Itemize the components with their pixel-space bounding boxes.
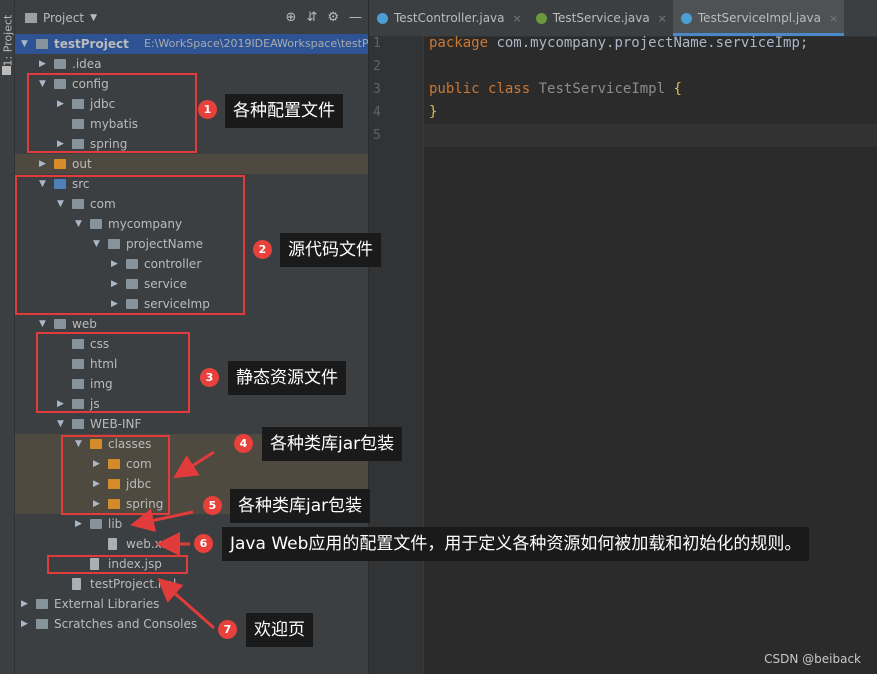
close-icon[interactable]: × [513, 12, 522, 25]
tree-item[interactable]: ▶ Scratches and Consoles [15, 614, 368, 634]
brace: } [429, 104, 438, 120]
java-class-icon [377, 12, 388, 24]
keyword: package [429, 35, 489, 51]
editor-tabs: TestController.java × TestService.java × Tes… [369, 0, 877, 37]
annotation-4: 各种类库jar包装 [262, 427, 403, 461]
tool-window-strip: 1: Project [0, 0, 15, 674]
tree-item-label: testProject [54, 37, 129, 51]
editor-area: TestController.java × TestService.java × Tes… [369, 0, 877, 674]
chevron-down-icon[interactable]: ▼ [21, 34, 28, 54]
tree-item[interactable]: ▶ External Libraries [15, 594, 368, 614]
project-panel-title[interactable]: Project [43, 11, 84, 25]
tree-item-label: Scratches and Consoles [54, 617, 198, 631]
code-line-1[interactable]: package com.mycompany.projectName.servic… [429, 35, 808, 51]
editor-tab-label: TestServiceImpl.java [697, 11, 822, 25]
src-highlight-box [15, 175, 245, 315]
chevron-right-icon[interactable]: ▶ [21, 594, 28, 614]
tree-item[interactable]: testProject.iml [15, 574, 368, 594]
badge-7: 7 [218, 620, 237, 639]
chevron-right-icon[interactable]: ▶ [75, 514, 82, 534]
tree-item-label: External Libraries [54, 597, 160, 611]
tree-item[interactable]: ▶ out [15, 154, 368, 174]
minimize-icon[interactable]: — [349, 10, 362, 25]
badge-1: 1 [198, 100, 217, 119]
chevron-right-icon[interactable]: ▶ [21, 614, 28, 634]
annotation-2: 源代码文件 [280, 233, 381, 267]
gear-icon[interactable]: ⚙ [327, 10, 339, 25]
project-tool-icon [2, 66, 11, 75]
annotation-7: 欢迎页 [246, 613, 313, 647]
index-highlight-box [47, 555, 188, 574]
annotation-5: 各种类库jar包装 [230, 489, 371, 523]
badge-5: 5 [203, 496, 222, 515]
annotation-3: 静态资源文件 [228, 361, 346, 395]
editor-tab-label: TestController.java [394, 11, 505, 25]
badge-6: 6 [194, 534, 213, 553]
keyword: class [488, 81, 531, 97]
line-number: 2 [373, 59, 381, 74]
caret-line-highlight [424, 124, 877, 147]
config-highlight-box [27, 73, 197, 153]
tree-item-label: WEB-INF [90, 417, 142, 431]
editor-tab[interactable]: TestServiceImpl.java × [672, 0, 845, 36]
project-panel-header: Project ▼ ⊕ ⇵ ⚙ — [15, 0, 368, 37]
code-line-4[interactable]: } [429, 104, 437, 120]
badge-3: 3 [200, 368, 219, 387]
locate-icon[interactable]: ⊕ [286, 10, 297, 25]
folder-icon [36, 599, 48, 609]
chevron-down-icon[interactable]: ▼ [57, 414, 64, 434]
line-number: 4 [373, 105, 381, 120]
tree-item-label: web [72, 317, 97, 331]
folder-icon [54, 159, 66, 169]
file-icon [72, 578, 81, 590]
java-class-icon [535, 12, 547, 24]
tree-item[interactable]: ▼ web [15, 314, 368, 334]
editor-tab[interactable]: TestService.java × [528, 0, 673, 36]
line-number: 5 [373, 128, 381, 143]
watermark: CSDN @beiback [764, 652, 861, 666]
tree-item-label: web.xml [126, 537, 177, 551]
file-icon [108, 538, 117, 550]
editor-tab-label: TestService.java [552, 11, 650, 25]
brace: { [673, 81, 682, 97]
badge-4: 4 [234, 434, 253, 453]
class-name: TestServiceImpl [538, 81, 666, 97]
folder-icon [54, 59, 66, 69]
folder-icon [72, 419, 84, 429]
close-icon[interactable]: × [658, 12, 667, 25]
collapse-all-icon[interactable]: ⇵ [306, 10, 317, 25]
chevron-down-icon[interactable]: ▼ [39, 314, 46, 334]
java-class-icon [680, 12, 692, 24]
folder-icon [54, 319, 66, 329]
editor-tab[interactable]: TestController.java × [369, 0, 528, 36]
line-number: 1 [373, 36, 381, 51]
chevron-right-icon[interactable]: ▶ [39, 54, 46, 74]
folder-icon [90, 519, 102, 529]
tree-item-label: .idea [72, 57, 102, 71]
chevron-right-icon[interactable]: ▶ [39, 154, 46, 174]
static-highlight-box [36, 332, 190, 413]
line-number: 3 [373, 82, 381, 97]
tree-item-label: out [72, 157, 92, 171]
close-icon[interactable]: × [829, 12, 838, 25]
annotation-6: Java Web应用的配置文件，用于定义各种资源如何被加载和初始化的规则。 [222, 527, 810, 561]
keyword: public [429, 81, 480, 97]
classes-highlight-box [61, 435, 170, 515]
badge-2: 2 [253, 240, 272, 259]
folder-icon [36, 39, 48, 49]
line-gutter: 1 2 3 4 5 [369, 36, 424, 674]
code-line-3[interactable]: public class TestServiceImpl { [429, 81, 682, 97]
tree-item-label: lib [108, 517, 123, 531]
annotation-1: 各种配置文件 [225, 94, 343, 128]
tree-item[interactable]: ▶ .idea [15, 54, 368, 74]
tree-item-label: testProject.iml [90, 577, 177, 591]
tree-item[interactable]: ▼ testProject E:\WorkSpace\2019IDEAWorkspa… [15, 34, 368, 54]
project-path: E:\WorkSpace\2019IDEAWorkspace\testP [144, 37, 368, 50]
project-tool-tab[interactable]: 1: Project [2, 7, 15, 67]
project-icon [25, 13, 37, 23]
chevron-down-icon[interactable]: ▼ [90, 13, 97, 23]
folder-icon [36, 619, 48, 629]
package-name: com.mycompany.projectName.serviceImp; [488, 35, 809, 51]
